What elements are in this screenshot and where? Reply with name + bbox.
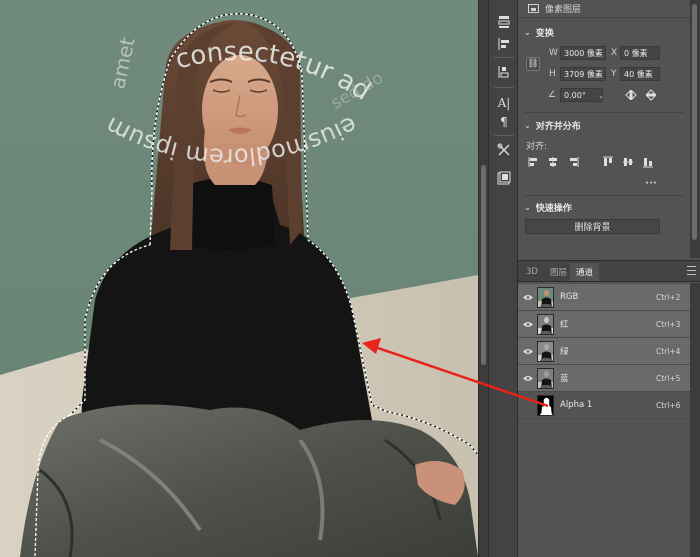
- toolstrip-divider: [494, 57, 514, 58]
- width-label: W: [549, 48, 558, 58]
- toolstrip-divider: [494, 87, 514, 88]
- channel-row-blue[interactable]: 蓝 Ctrl+5: [518, 365, 700, 392]
- properties-panel: 像素图层 ⌄ 变换 ⛓ W 3000 像素 X 0 像素 H 3709 像素 Y…: [518, 0, 700, 557]
- align-horizontal-centers-icon[interactable]: [546, 156, 560, 168]
- channel-name: Alpha 1: [560, 400, 593, 410]
- chevron-down-icon: ⌄: [524, 120, 531, 130]
- link-dimensions-icon[interactable]: ⛓: [526, 57, 540, 71]
- align-vertical-centers-icon[interactable]: [621, 156, 635, 168]
- tab-layers[interactable]: 图层: [544, 263, 573, 281]
- eye-icon[interactable]: [523, 346, 533, 356]
- height-label: H: [549, 69, 556, 79]
- channels-scrollbar[interactable]: [690, 283, 700, 557]
- channel-thumbnail: [537, 313, 554, 335]
- pixel-layer-icon: [528, 4, 539, 13]
- align-bottom-edges-icon[interactable]: [641, 156, 655, 168]
- toolstrip-divider: [494, 135, 514, 136]
- remove-background-button[interactable]: 删除背景: [525, 219, 660, 234]
- channel-row-red[interactable]: 红 Ctrl+3: [518, 311, 700, 338]
- canvas-scrollbar[interactable]: [478, 0, 488, 557]
- flip-vertical-icon[interactable]: [644, 89, 658, 101]
- channel-shortcut: Ctrl+2: [656, 292, 681, 302]
- y-field[interactable]: 40 像素: [620, 67, 660, 81]
- height-field[interactable]: 3709 像素: [560, 67, 606, 81]
- quick-actions-section-title[interactable]: ⌄ 快速操作: [524, 200, 572, 214]
- properties-scrollbar-thumb[interactable]: [692, 4, 697, 240]
- arrange-icon[interactable]: [493, 12, 515, 32]
- align-left-edges-icon[interactable]: [527, 156, 541, 168]
- channel-shortcut: Ctrl+4: [656, 346, 681, 356]
- photo-image: consectetur adipisic amet eiusmodlorem i…: [0, 0, 478, 557]
- width-field[interactable]: 3000 像素: [560, 46, 606, 60]
- align-icon[interactable]: [493, 34, 515, 54]
- tab-3d[interactable]: 3D: [520, 263, 544, 281]
- angle-icon: ∠: [548, 90, 557, 100]
- align-section-title[interactable]: ⌄ 对齐并分布: [524, 118, 581, 132]
- alpha-channel-thumbnail: [537, 394, 554, 416]
- panel-icon-strip: A| ¶: [488, 0, 518, 557]
- section-divider: [524, 112, 684, 113]
- chevron-down-icon: ⌄: [524, 202, 531, 212]
- section-divider: [524, 195, 684, 196]
- channel-shortcut: Ctrl+5: [656, 373, 681, 383]
- x-label: X: [611, 48, 618, 58]
- channel-shortcut: Ctrl+3: [656, 319, 681, 329]
- tools-icon[interactable]: [493, 140, 515, 160]
- layer-type-label: 像素图层: [545, 5, 582, 15]
- channel-row-green[interactable]: 绿 Ctrl+4: [518, 338, 700, 365]
- align-top-edges-icon[interactable]: [601, 156, 615, 168]
- properties-header: 像素图层: [518, 0, 690, 18]
- eye-icon[interactable]: [523, 373, 533, 383]
- align-right-edges-icon[interactable]: [566, 156, 580, 168]
- x-field[interactable]: 0 像素: [620, 46, 660, 60]
- panel-menu-icon[interactable]: [687, 266, 696, 275]
- channel-thumbnail: [537, 340, 554, 362]
- distribute-icon[interactable]: [493, 62, 515, 82]
- angle-dropdown-icon[interactable]: ⌄: [594, 90, 608, 102]
- channel-row-rgb[interactable]: RGB Ctrl+2: [518, 284, 700, 311]
- chevron-down-icon: ⌄: [524, 27, 531, 37]
- channel-thumbnail: [537, 367, 554, 389]
- channel-row-alpha-1[interactable]: Alpha 1 Ctrl+6: [518, 392, 700, 419]
- flip-horizontal-icon[interactable]: [624, 89, 638, 101]
- character-icon[interactable]: A|: [493, 93, 515, 113]
- align-label: 对齐:: [526, 142, 548, 152]
- tab-channels[interactable]: 通道: [570, 263, 600, 281]
- y-label: Y: [611, 69, 617, 79]
- more-options-icon[interactable]: ···: [644, 177, 658, 189]
- channels-tabbar: 3D 图层 通道: [518, 260, 700, 282]
- canvas-scrollbar-thumb[interactable]: [481, 165, 486, 365]
- channel-name: 红: [560, 320, 569, 330]
- channels-icon[interactable]: [493, 168, 515, 188]
- channel-name: RGB: [560, 292, 579, 302]
- document-canvas[interactable]: consectetur adipisic amet eiusmodlorem i…: [0, 0, 478, 557]
- channel-name: 绿: [560, 347, 569, 357]
- channel-thumbnail: [537, 286, 554, 308]
- transform-section-title[interactable]: ⌄ 变换: [524, 25, 554, 39]
- eye-icon[interactable]: [523, 292, 533, 302]
- paragraph-icon[interactable]: ¶: [493, 112, 515, 132]
- channel-name: 蓝: [560, 374, 569, 384]
- eye-hidden-icon[interactable]: [523, 400, 533, 410]
- properties-scrollbar[interactable]: [690, 0, 700, 258]
- channel-shortcut: Ctrl+6: [656, 400, 681, 410]
- eye-icon[interactable]: [523, 319, 533, 329]
